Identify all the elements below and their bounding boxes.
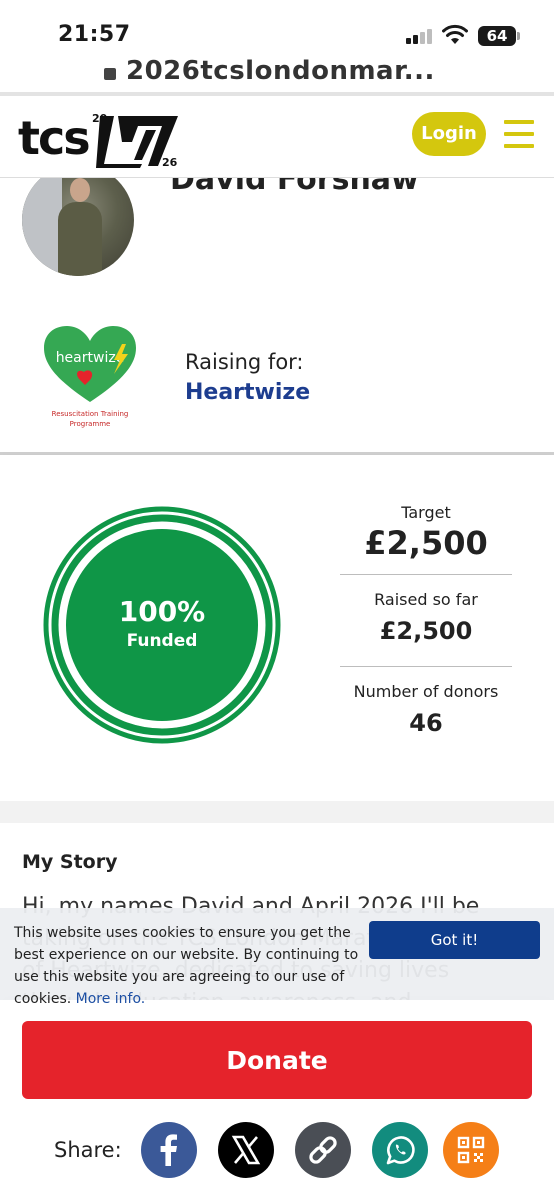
- whatsapp-icon: [386, 1136, 415, 1165]
- site-header: tcs 20 26 Login: [0, 96, 554, 178]
- whatsapp-share-button[interactable]: [372, 1122, 428, 1178]
- x-icon: [231, 1135, 261, 1165]
- funded-label: Funded: [126, 631, 198, 651]
- copy-link-button[interactable]: [295, 1122, 351, 1178]
- status-bar: 21:57 64: [0, 0, 554, 56]
- qr-code-button[interactable]: [443, 1122, 499, 1178]
- section-gap: [0, 801, 554, 823]
- fundraiser-profile: David Forshaw heartwize Resuscitation Tr…: [0, 178, 554, 452]
- cookie-message: This website uses cookies to ensure you …: [14, 922, 364, 1010]
- charity-link[interactable]: Heartwize: [185, 380, 310, 405]
- qr-code-icon: [457, 1136, 485, 1164]
- raised-label: Raised so far: [374, 590, 478, 609]
- share-label: Share:: [54, 1138, 122, 1162]
- fundraising-stats: 100% Funded Target £2,500 Raised so far …: [0, 455, 554, 801]
- more-info-link[interactable]: More info.: [76, 991, 146, 1007]
- charity-logo-caption-1: Resuscitation Training: [52, 410, 129, 418]
- donors-label: Number of donors: [353, 682, 499, 701]
- stat-divider: [340, 574, 512, 575]
- target-label: Target: [401, 503, 451, 522]
- raised-stat: Raised so far £2,500: [340, 590, 512, 645]
- login-button[interactable]: Login: [412, 112, 486, 156]
- cookie-banner: This website uses cookies to ensure you …: [0, 908, 554, 1007]
- cookie-text: This website uses cookies to ensure you …: [14, 925, 359, 1007]
- raised-value: £2,500: [379, 617, 473, 645]
- donors-stat: Number of donors 46: [340, 682, 512, 737]
- tcs-london-marathon-logo[interactable]: tcs 20 26: [18, 108, 188, 172]
- percent-funded: 100%: [118, 595, 206, 628]
- raising-for-label: Raising for:: [185, 350, 304, 374]
- status-time: 21:57: [58, 22, 131, 47]
- target-stat: Target £2,500: [340, 503, 512, 562]
- logo-text: tcs: [18, 111, 89, 165]
- facebook-icon: [160, 1134, 177, 1166]
- progress-ring: 100% Funded: [42, 505, 282, 745]
- facebook-share-button[interactable]: [141, 1122, 197, 1178]
- fundraiser-name: David Forshaw: [170, 178, 419, 197]
- lock-icon: [104, 68, 116, 80]
- donors-value: 46: [409, 709, 443, 737]
- story-title: My Story: [22, 851, 118, 873]
- stat-divider: [340, 666, 512, 667]
- target-value: £2,500: [364, 524, 488, 562]
- heartwize-logo[interactable]: heartwize Resuscitation Training Program…: [40, 324, 140, 434]
- avatar: [22, 178, 134, 276]
- hamburger-menu-icon[interactable]: [504, 120, 534, 148]
- url-text[interactable]: 2026tcslondonmar...: [126, 56, 435, 86]
- wifi-icon: [442, 24, 468, 44]
- charity-logo-caption-2: Programme: [70, 420, 111, 428]
- battery-indicator: 64: [478, 26, 520, 46]
- action-bar: Donate Share:: [0, 1000, 554, 1200]
- url-bar[interactable]: 2026tcslondonmar...: [0, 56, 554, 92]
- accept-cookies-button[interactable]: Got it!: [369, 921, 540, 959]
- charity-logo-text: heartwize: [56, 350, 125, 366]
- link-icon: [309, 1136, 337, 1164]
- logo-year-bottom: 26: [162, 156, 178, 169]
- donate-button[interactable]: Donate: [22, 1021, 532, 1099]
- x-share-button[interactable]: [218, 1122, 274, 1178]
- cellular-signal-icon: [406, 28, 434, 44]
